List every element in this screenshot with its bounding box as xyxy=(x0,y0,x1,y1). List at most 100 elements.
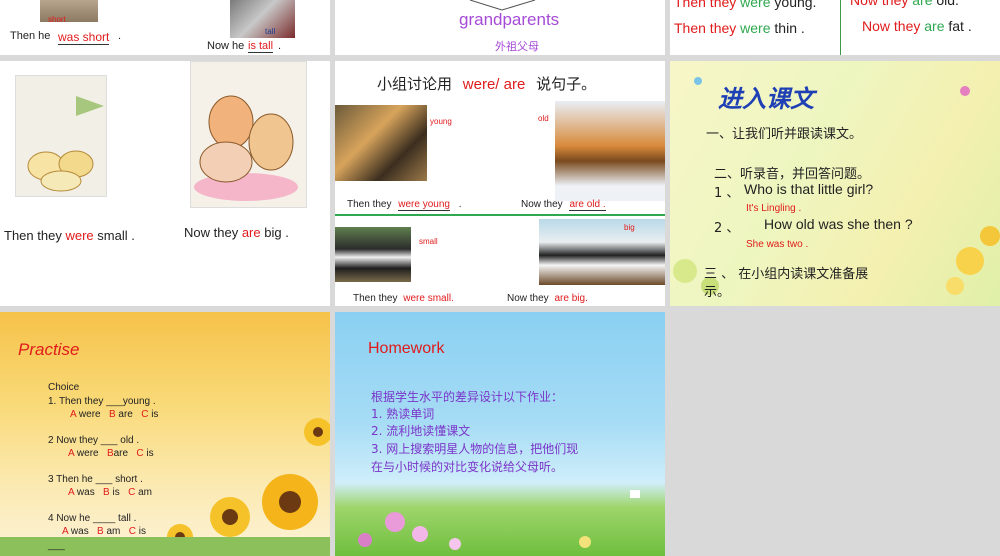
opt-c-text: is xyxy=(146,448,154,459)
was-short-answer: was short xyxy=(58,30,110,45)
opt-c[interactable]: C xyxy=(129,526,136,537)
opt-a[interactable]: A xyxy=(62,526,68,537)
question-2: 2 Now they ___ old . xyxy=(48,435,140,446)
opt-b[interactable]: B xyxy=(109,409,116,420)
grandparents-cn: 外祖父母 xyxy=(495,40,539,53)
slide-8[interactable]: Homework 根据学生水平的差异设计以下作业： 1. 熟读单词 2. 流利地… xyxy=(335,312,665,556)
opt-c[interactable]: C xyxy=(128,487,135,498)
opt-b-text: are xyxy=(118,409,133,420)
item-3b: 示。 xyxy=(704,285,731,300)
q1-options: A were B are C is xyxy=(70,409,158,420)
homework-line-0: 根据学生水平的差异设计以下作业： xyxy=(371,390,564,404)
opt-a-text: were xyxy=(76,448,99,459)
discussion-heading: 小组讨论用 were/ are 说句子。 xyxy=(377,73,596,94)
opt-c-text: am xyxy=(138,487,152,498)
q2-text: How old was she then ? xyxy=(764,216,913,232)
question-3: 3 Then he ___ short . xyxy=(48,474,143,485)
big-label: big xyxy=(624,223,635,232)
opt-b[interactable]: B xyxy=(103,487,110,498)
opt-b[interactable]: B xyxy=(97,526,104,537)
opt-c[interactable]: C xyxy=(141,409,148,420)
panda-then-line: Then they were small. xyxy=(353,293,454,304)
q1-num: 1 、 xyxy=(714,186,740,201)
tall-tag: tall xyxy=(265,27,276,36)
then-sentence: Then they were small . xyxy=(4,228,135,243)
item-1: 一、让我们听并跟读课文。 xyxy=(706,127,863,142)
slide-7[interactable]: Practise Choice 1. Then they ___young . … xyxy=(0,312,330,556)
adult-pandas-photo xyxy=(539,219,665,285)
cats-big-svg xyxy=(194,95,298,201)
were-word: were xyxy=(65,228,94,243)
is-tall-answer: is tall xyxy=(248,40,274,53)
big-cats-drawing xyxy=(190,61,307,208)
heading-b: were/ are xyxy=(462,76,526,93)
tiger-then-line: Then they were young . xyxy=(347,199,462,211)
opt-a[interactable]: A xyxy=(70,409,76,420)
now-fat-line: Now they are fat . xyxy=(862,18,972,34)
a2-text: She was two . xyxy=(746,239,809,250)
cats-small-svg xyxy=(27,96,104,192)
choice-label: Choice xyxy=(48,382,80,393)
opt-c-text: is xyxy=(151,409,159,420)
opt-a[interactable]: A xyxy=(68,487,74,498)
are-big-answer: are big. xyxy=(554,293,588,304)
now-prefix: Now they xyxy=(862,18,921,34)
opt-b-text: are xyxy=(113,448,129,459)
old-label: old xyxy=(538,114,549,123)
small-label: small xyxy=(419,237,438,246)
young-tigers-photo xyxy=(335,105,427,181)
then-young-line: Then they were young. xyxy=(674,0,816,10)
homework-line-1: 1. 熟读单词 xyxy=(371,407,435,421)
slide-3[interactable]: Then they were young. Then they were thi… xyxy=(670,0,1000,55)
then-he-text: Then he xyxy=(10,30,51,42)
now-he-text: Now he xyxy=(207,40,245,52)
opt-b-text: is xyxy=(112,487,120,498)
opt-a[interactable]: A xyxy=(68,448,74,459)
homework-line-3: 3. 网上搜索明星人物的信息，把他们现 xyxy=(371,442,579,456)
athlete-photo xyxy=(230,0,295,38)
slide-2[interactable]: grandparents 外祖父母 xyxy=(335,0,665,55)
are-word: are xyxy=(924,18,945,34)
were-small-answer: were small. xyxy=(403,293,454,304)
big-word: big . xyxy=(264,225,289,240)
homework-line-2: 2. 流利地读懂课文 xyxy=(371,424,471,438)
then-they: Then they xyxy=(4,228,62,243)
old-tigers-photo xyxy=(555,101,665,201)
trailing-blank: ___ xyxy=(48,540,65,551)
practise-title: Practise xyxy=(18,340,80,359)
then-prefix: Then they xyxy=(674,20,737,36)
homework-title: Homework xyxy=(368,340,445,357)
are-word: are xyxy=(912,0,933,8)
were-word: were xyxy=(740,0,771,10)
young-label: young xyxy=(430,117,452,126)
now-they: Now they xyxy=(184,225,239,240)
heading-a: 小组讨论用 xyxy=(377,75,453,93)
now-they: Now they xyxy=(521,199,563,210)
grandparents-title: grandparents xyxy=(459,10,560,29)
heading-c: 说句子。 xyxy=(536,75,597,93)
then-they: Then they xyxy=(347,199,392,210)
green-divider xyxy=(335,214,665,216)
question-1: 1. Then they ___young . xyxy=(48,396,156,407)
then-they: Then they xyxy=(353,293,398,304)
now-prefix: Now they xyxy=(850,0,909,8)
short-tag: short xyxy=(48,15,66,24)
slide-6[interactable]: 进入课文 一、让我们听并跟读课文。 二、听录音，并回答问题。 1 、 Who i… xyxy=(670,61,1000,306)
dot: . xyxy=(458,199,462,210)
small-cats-drawing xyxy=(15,75,107,197)
old-word: old. xyxy=(936,0,959,8)
opt-b-text: am xyxy=(106,526,121,537)
slide-4[interactable]: Then they were small . Now they are big … xyxy=(0,61,330,306)
opt-a-text: was xyxy=(70,526,89,537)
slide-5[interactable]: 小组讨论用 were/ are 说句子。 young old Then they… xyxy=(335,61,665,306)
opt-b[interactable]: B xyxy=(107,448,114,459)
were-young-answer: were young xyxy=(398,199,450,211)
q4-options: A was B am C is xyxy=(62,526,146,537)
dot: . xyxy=(118,30,122,42)
homework-line-4: 在与小时候的对比变化说给父母听。 xyxy=(371,460,564,474)
slide-1[interactable]: short tall Then he was short . Now he is… xyxy=(0,0,330,55)
baby-pandas-photo xyxy=(335,227,411,282)
opt-c[interactable]: C xyxy=(136,448,143,459)
thin-word: thin . xyxy=(774,20,805,36)
a1-text: It's Lingling . xyxy=(746,203,802,214)
